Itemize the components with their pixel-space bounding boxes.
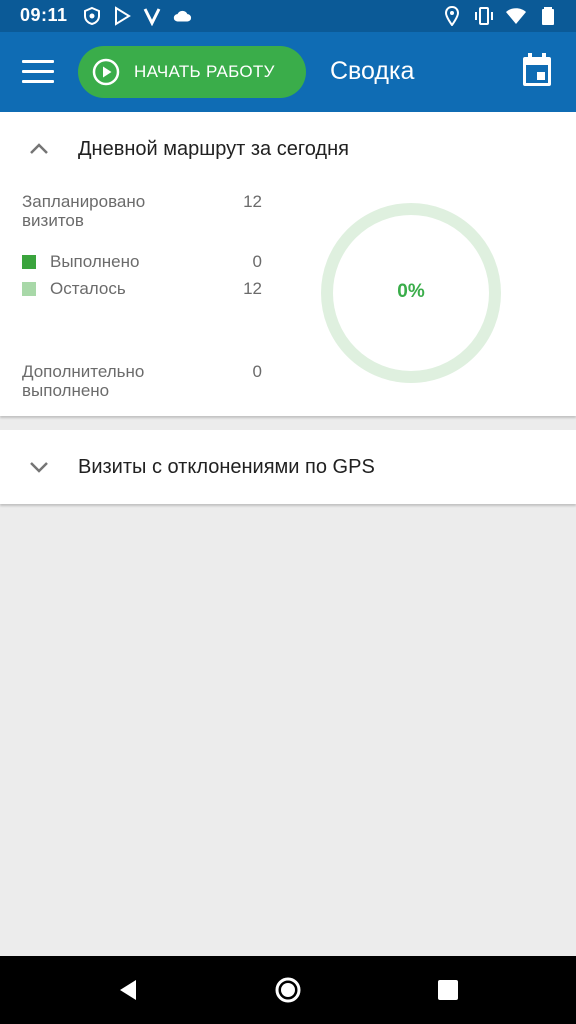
done-legend-swatch [22, 255, 36, 269]
battery-icon [542, 7, 554, 25]
page-title: Сводка [330, 57, 415, 85]
wifi-icon [506, 8, 526, 24]
daily-route-header[interactable]: Дневной маршрут за сегодня [0, 112, 576, 186]
hamburger-icon[interactable] [22, 60, 54, 84]
gps-visits-card: Визиты с отклонениями по GPS [0, 430, 576, 504]
status-bar: 09:11 [0, 0, 576, 32]
extra-done-label: Дополнительно выполнено [22, 362, 145, 400]
app-v-icon [143, 8, 161, 26]
daily-route-title: Дневной маршрут за сегодня [78, 138, 349, 160]
daily-route-card: Дневной маршрут за сегодня Запланировано… [0, 112, 576, 416]
progress-percent: 0% [397, 281, 425, 302]
gps-visits-header[interactable]: Визиты с отклонениями по GPS [0, 430, 576, 504]
remaining-legend-swatch [22, 282, 36, 296]
chevron-up-icon [30, 143, 48, 154]
remaining-value: 12 [243, 279, 262, 298]
play-store-icon [115, 6, 131, 26]
gps-visits-title: Визиты с отклонениями по GPS [78, 456, 375, 478]
status-time: 09:11 [20, 5, 68, 25]
navigation-bar [0, 956, 576, 1024]
done-value: 0 [252, 252, 262, 271]
chevron-down-icon [30, 462, 48, 473]
calendar-icon[interactable] [521, 52, 553, 88]
play-circle-icon [92, 58, 120, 86]
planned-visits-label: Запланировано визитов [22, 192, 146, 230]
shield-icon [84, 6, 100, 26]
home-icon[interactable] [274, 976, 302, 1004]
cloud-icon [173, 10, 192, 22]
location-icon [444, 6, 460, 26]
done-label: Выполнено [50, 252, 140, 271]
extra-done-value: 0 [252, 362, 262, 381]
planned-visits-value: 12 [243, 192, 262, 211]
remaining-label: Осталось [50, 279, 126, 298]
vibrate-icon [475, 7, 493, 25]
back-icon[interactable] [114, 976, 142, 1004]
start-work-label: НАЧАТЬ РАБОТУ [134, 62, 275, 81]
app-bar: НАЧАТЬ РАБОТУ Сводка [0, 32, 576, 112]
start-work-button[interactable]: НАЧАТЬ РАБОТУ [78, 46, 306, 98]
recents-icon[interactable] [434, 976, 462, 1004]
